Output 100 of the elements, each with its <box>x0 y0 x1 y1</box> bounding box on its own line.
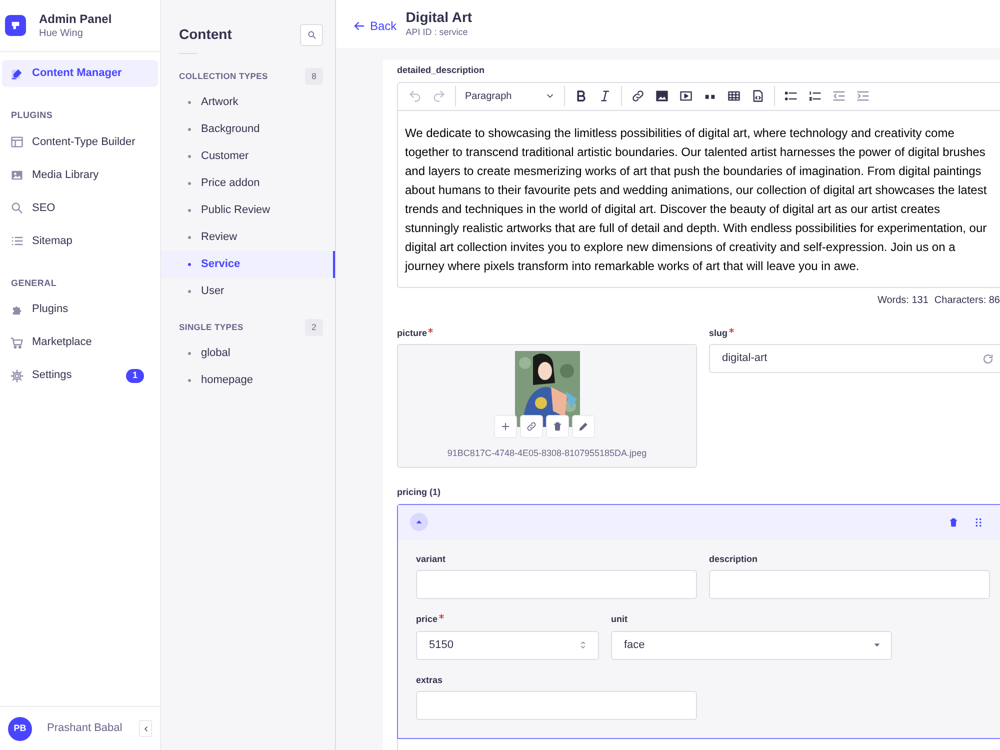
gear-icon <box>10 368 24 382</box>
numbered-list-icon <box>808 89 822 103</box>
panel-title: Content <box>179 25 232 44</box>
type-link[interactable]: Service <box>161 251 335 278</box>
type-link[interactable]: Public Review <box>161 197 335 224</box>
api-id: API ID : service <box>406 26 469 39</box>
type-link[interactable]: Background <box>161 116 335 143</box>
bullet-icon <box>188 236 191 239</box>
item-count: 2 <box>305 319 323 336</box>
nav-item[interactable]: Sitemap <box>2 228 158 254</box>
nav-item[interactable]: Marketplace <box>2 329 158 356</box>
edit-button[interactable] <box>572 415 594 438</box>
user-name: Prashant Babal <box>47 721 122 736</box>
drag-handle[interactable] <box>973 516 984 528</box>
item-count: 8 <box>305 68 323 85</box>
cart-icon <box>10 336 24 350</box>
workspace-name: Hue Wing <box>39 26 84 40</box>
format-dropdown[interactable]: Paragraph <box>461 85 559 107</box>
type-link[interactable]: Customer <box>161 143 335 170</box>
undo-icon <box>408 89 422 103</box>
arrow-left-icon <box>352 19 366 33</box>
redo-icon <box>432 89 446 103</box>
bullet-icon <box>188 155 191 158</box>
search-button[interactable] <box>300 24 323 46</box>
bullet-icon <box>188 128 191 131</box>
stepper-icon <box>578 640 588 650</box>
nav-item[interactable]: SEO <box>2 194 158 222</box>
link-icon <box>526 421 536 432</box>
field-label: description <box>709 552 758 566</box>
nav-item[interactable]: Media Library <box>2 162 158 188</box>
list-icon <box>10 234 24 248</box>
type-link[interactable]: Price addon <box>161 170 335 197</box>
app-title: Admin Panel <box>39 12 112 26</box>
file-name: 91BC817C-4748-4E05-8308-8107955185DA.jpeg <box>447 447 647 460</box>
nav-item[interactable]: Plugins <box>2 296 158 323</box>
collapse-button[interactable] <box>139 720 152 737</box>
type-link[interactable]: User <box>161 278 335 305</box>
field-label: variant <box>416 552 446 566</box>
field-label: pricing (1) <box>397 486 441 499</box>
table-icon <box>727 89 741 103</box>
input-field[interactable] <box>709 570 990 599</box>
italic-icon <box>598 89 612 103</box>
editor-text[interactable]: We dedicate to showcasing the limitless possibilities of digital art, where technology and creativity come together to transcend traditional artistic boundaries. Our talented artist harnesses the power of digital brushes and layers to create mesmerizing works of art that push the boundaries of imagination. From digital paintings about humans to their favourite pets and wedding animations, our collection of digital art showcases the latest trends and techniques in the world of digital art. Discover the beauty of digital art as our artist creates stunningly realistic artworks that are full of detail and depth. With endless possibilities for experimentation, our digital art collection invites you to explore new dimensions of creativity and self-expression. Join us on a journey where pixels transform into remarkable works of art that will leave you in awe. <box>398 110 1000 286</box>
search-icon <box>306 30 316 40</box>
bullet-icon <box>188 101 191 104</box>
select-field[interactable]: face <box>611 630 892 660</box>
media-field[interactable]: 91BC817C-4748-4E05-8308-8107955185DA.jpeg <box>397 344 697 468</box>
type-link[interactable]: homepage <box>161 367 335 394</box>
field-label: extras <box>416 674 443 686</box>
refresh-icon <box>982 352 994 364</box>
word-count: Words: 131 <box>877 294 928 306</box>
nav-item[interactable]: Settings 1 <box>2 362 158 389</box>
group-heading: COLLECTION TYPES <box>179 70 268 83</box>
field-label: slug <box>709 326 728 340</box>
collapse-toggle[interactable] <box>410 513 428 531</box>
page-title: Digital Art <box>406 9 472 26</box>
group-heading: SINGLE TYPES <box>179 321 244 334</box>
logo-icon <box>10 20 21 31</box>
plus-icon <box>500 421 510 432</box>
bullet-icon <box>188 182 191 185</box>
trash-icon <box>948 516 959 528</box>
outdent-icon <box>832 89 846 103</box>
pencil-icon <box>578 421 588 432</box>
field-label: price <box>416 613 438 626</box>
search-icon <box>10 201 24 215</box>
bullet-icon <box>188 290 191 293</box>
image-icon <box>10 168 24 182</box>
input-field[interactable] <box>416 570 697 599</box>
caret-down-icon <box>873 641 881 649</box>
bullet-list-icon <box>784 89 798 103</box>
code-icon <box>751 89 765 103</box>
section-heading: GENERAL <box>10 276 58 290</box>
drag-icon <box>973 516 984 528</box>
caret-up-icon <box>415 518 423 526</box>
type-link[interactable]: Review <box>161 224 335 251</box>
bold-icon <box>574 89 588 103</box>
field-label: unit <box>611 613 628 626</box>
bullet-icon <box>188 352 191 355</box>
number-field[interactable]: 5150 <box>416 630 599 660</box>
nav-item[interactable]: Content-Type Builder <box>2 128 158 156</box>
user-avatar[interactable]: PB <box>8 716 32 740</box>
nav-item[interactable]: Content Manager <box>2 60 158 87</box>
slug-field[interactable]: digital-art <box>709 344 1000 373</box>
bullet-icon <box>188 263 191 266</box>
copy-link-button[interactable] <box>520 415 542 438</box>
image-icon <box>655 89 669 103</box>
edit-icon <box>10 66 24 80</box>
notification-badge: 1 <box>126 368 144 382</box>
layout-icon <box>10 135 24 149</box>
field-label: picture <box>397 326 428 340</box>
trash-icon <box>552 421 562 432</box>
delete-button[interactable] <box>948 516 959 528</box>
back-link[interactable]: Back <box>352 17 397 35</box>
link-icon <box>631 89 645 103</box>
add-button[interactable] <box>494 415 516 438</box>
input-field[interactable] <box>416 691 697 720</box>
field-label: detailed_description <box>397 64 485 77</box>
type-link[interactable]: Artwork <box>161 89 335 116</box>
video-icon <box>679 89 693 103</box>
type-link[interactable]: global <box>161 340 335 367</box>
